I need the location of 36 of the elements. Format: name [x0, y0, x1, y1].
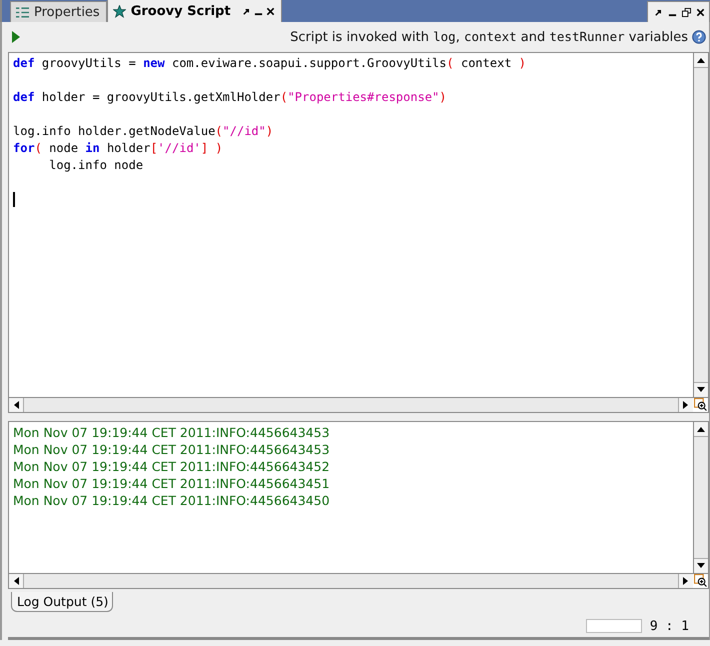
- log-output-tab[interactable]: Log Output (5): [11, 592, 114, 612]
- status-field: [586, 619, 642, 634]
- code-line: log.info holder.getNodeValue("//id"): [13, 122, 274, 140]
- code-line: def holder = groovyUtils.getXmlHolder("Properties#response"): [13, 88, 448, 106]
- tab[interactable]: Groovy Script: [106, 0, 282, 22]
- vertical-scrollbar[interactable]: [693, 52, 708, 398]
- close-icon[interactable]: [696, 8, 705, 16]
- undock-icon[interactable]: [242, 6, 251, 16]
- scroll-arrow-icon[interactable]: [13, 577, 19, 586]
- log-line: Mon Nov 07 19:19:44 CET 2011:INFO:4456643453: [13, 424, 331, 442]
- log-line: Mon Nov 07 19:19:44 CET 2011:INFO:4456643452: [13, 458, 331, 476]
- restore-icon[interactable]: [682, 8, 691, 16]
- log-line: Mon Nov 07 19:19:44 CET 2011:INFO:4456643450: [13, 492, 331, 510]
- script-hint: Script is invoked with log, context and testRunner variables: [290, 28, 688, 45]
- zoom-icon[interactable]: [694, 398, 707, 412]
- close-icon[interactable]: [266, 6, 275, 16]
- zoom-icon[interactable]: [694, 574, 707, 588]
- cursor-position: 9 : 1: [650, 618, 689, 634]
- star-icon: [112, 4, 126, 18]
- tab[interactable]: Properties: [10, 1, 107, 22]
- code-line: def groovyUtils = new com.eviware.soapui.support.GroovyUtils( context ): [13, 54, 528, 72]
- scroll-arrow-icon[interactable]: [13, 401, 19, 410]
- run-icon[interactable]: [12, 30, 20, 43]
- list-icon: [16, 6, 29, 18]
- text-cursor: [13, 192, 15, 207]
- code-line: for( node in holder['//id'] ): [13, 140, 224, 157]
- undock-icon[interactable]: [654, 8, 663, 16]
- scroll-arrow-icon[interactable]: [697, 426, 705, 432]
- log-line: Mon Nov 07 19:19:44 CET 2011:INFO:4456643451: [13, 475, 331, 492]
- vertical-scrollbar[interactable]: [693, 422, 708, 574]
- horizontal-scrollbar[interactable]: [9, 574, 693, 588]
- log-line: Mon Nov 07 19:19:44 CET 2011:INFO:4456643453: [13, 441, 331, 458]
- horizontal-scrollbar[interactable]: [9, 398, 693, 412]
- help-icon[interactable]: [692, 30, 706, 44]
- code-line: log.info node: [48, 156, 144, 174]
- scroll-arrow-icon[interactable]: [697, 56, 705, 63]
